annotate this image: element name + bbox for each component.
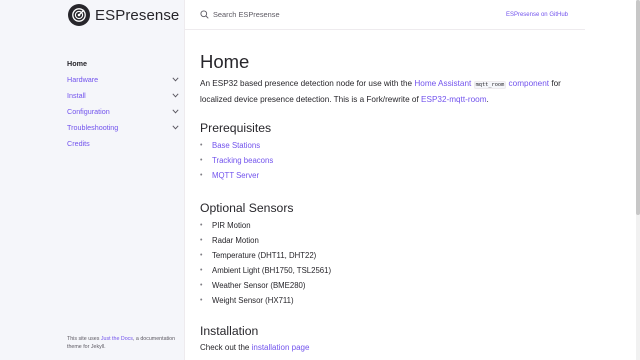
list-item: • Weather Sensor (BME280) xyxy=(200,278,331,293)
home-assistant-link[interactable]: Home Assistant xyxy=(414,79,471,88)
espresense-logo-icon xyxy=(68,4,90,26)
installation-page-link[interactable]: installation page xyxy=(252,343,310,352)
sidebar-item-install[interactable]: Install xyxy=(67,87,185,103)
bullet-icon: • xyxy=(200,282,203,289)
base-stations-link[interactable]: Base Stations xyxy=(212,141,260,150)
list-item-text: Ambient Light (BH1750, TSL2561) xyxy=(212,266,332,275)
installation-heading: Installation xyxy=(200,324,259,338)
footer-text-prefix: This site uses xyxy=(67,336,101,342)
bullet-icon: • xyxy=(200,252,203,259)
installation-paragraph: Check out the installation page xyxy=(200,343,309,352)
sidebar-nav: Home Hardware Install Configuration Trou… xyxy=(0,54,185,151)
bullet-icon: • xyxy=(200,142,203,149)
sidebar-footer-note: This site uses Just the Docs, a document… xyxy=(67,335,179,351)
top-header: ESPresense on GitHub xyxy=(185,0,585,30)
sidebar-item-label: Install xyxy=(67,90,86,100)
sidebar: ESPresense Home Hardware Install Configu… xyxy=(0,0,185,360)
sidebar-item-label: Home xyxy=(67,58,87,68)
page-title: Home xyxy=(200,51,250,72)
optional-sensors-heading: Optional Sensors xyxy=(200,201,294,215)
search-icon xyxy=(200,6,209,24)
sidebar-item-label: Hardware xyxy=(67,74,99,84)
bullet-icon: • xyxy=(200,237,203,244)
bullet-icon: • xyxy=(200,172,203,179)
list-item: • Base Stations xyxy=(200,138,273,153)
search-input[interactable] xyxy=(213,10,413,19)
chevron-down-icon[interactable] xyxy=(171,123,179,131)
list-item-text: Weight Sensor (HX711) xyxy=(212,296,294,305)
sidebar-item-troubleshooting[interactable]: Troubleshooting xyxy=(67,119,185,135)
search-bar[interactable] xyxy=(200,6,460,24)
list-item: • Ambient Light (BH1750, TSL2561) xyxy=(200,263,331,278)
main-content: Home An ESP32 based presence detection n… xyxy=(185,30,585,360)
bullet-icon: • xyxy=(200,297,203,304)
sidebar-item-home[interactable]: Home xyxy=(0,54,185,72)
tracking-beacons-link[interactable]: Tracking beacons xyxy=(212,156,273,165)
bullet-icon: • xyxy=(200,267,203,274)
prerequisites-list: • Base Stations • Tracking beacons • MQTT S… xyxy=(200,138,273,183)
chevron-down-icon[interactable] xyxy=(171,91,179,99)
mqtt-server-link[interactable]: MQTT Server xyxy=(212,171,259,180)
list-item: • PIR Motion xyxy=(200,218,331,233)
list-item: • Temperature (DHT11, DHT22) xyxy=(200,248,331,263)
mqtt-room-code: mqtt_room xyxy=(473,81,507,89)
intro-paragraph: An ESP32 based presence detection node f… xyxy=(200,77,570,106)
list-item: • MQTT Server xyxy=(200,168,273,183)
sidebar-item-hardware[interactable]: Hardware xyxy=(67,71,185,87)
prerequisites-heading: Prerequisites xyxy=(200,121,272,135)
optional-sensors-list: • PIR Motion • Radar Motion • Temperature (… xyxy=(200,218,331,308)
intro-text-3: . xyxy=(486,94,489,104)
installation-text: Check out the xyxy=(200,343,252,352)
list-item: • Weight Sensor (HX711) xyxy=(200,293,331,308)
just-the-docs-link[interactable]: Just the Docs xyxy=(101,336,133,342)
list-item-text: Weather Sensor (BME280) xyxy=(212,281,306,290)
list-item-text: Radar Motion xyxy=(212,236,259,245)
intro-text-1: An ESP32 based presence detection node f… xyxy=(200,79,415,88)
bullet-icon: • xyxy=(200,157,203,164)
chevron-down-icon[interactable] xyxy=(171,107,179,115)
chevron-down-icon[interactable] xyxy=(171,75,179,83)
list-item: • Tracking beacons xyxy=(200,153,273,168)
component-link[interactable]: component xyxy=(509,79,550,88)
github-link[interactable]: ESPresense on GitHub xyxy=(506,12,568,18)
sidebar-item-label: Configuration xyxy=(67,106,110,116)
sidebar-item-label: Credits xyxy=(67,138,90,148)
site-title[interactable]: ESPresense xyxy=(95,7,179,24)
bullet-icon: • xyxy=(200,222,203,229)
esp32-mqtt-room-link[interactable]: ESP32-mqtt-room xyxy=(421,95,487,104)
sidebar-item-label: Troubleshooting xyxy=(67,122,119,132)
list-item-text: PIR Motion xyxy=(212,221,251,230)
scrollbar-thumb[interactable] xyxy=(636,0,640,215)
sidebar-item-credits[interactable]: Credits xyxy=(67,135,185,151)
sidebar-item-configuration[interactable]: Configuration xyxy=(67,103,185,119)
page-scrollbar[interactable] xyxy=(636,0,640,360)
site-logo-link[interactable]: ESPresense xyxy=(68,4,179,26)
list-item-text: Temperature (DHT11, DHT22) xyxy=(212,251,317,260)
list-item: • Radar Motion xyxy=(200,233,331,248)
